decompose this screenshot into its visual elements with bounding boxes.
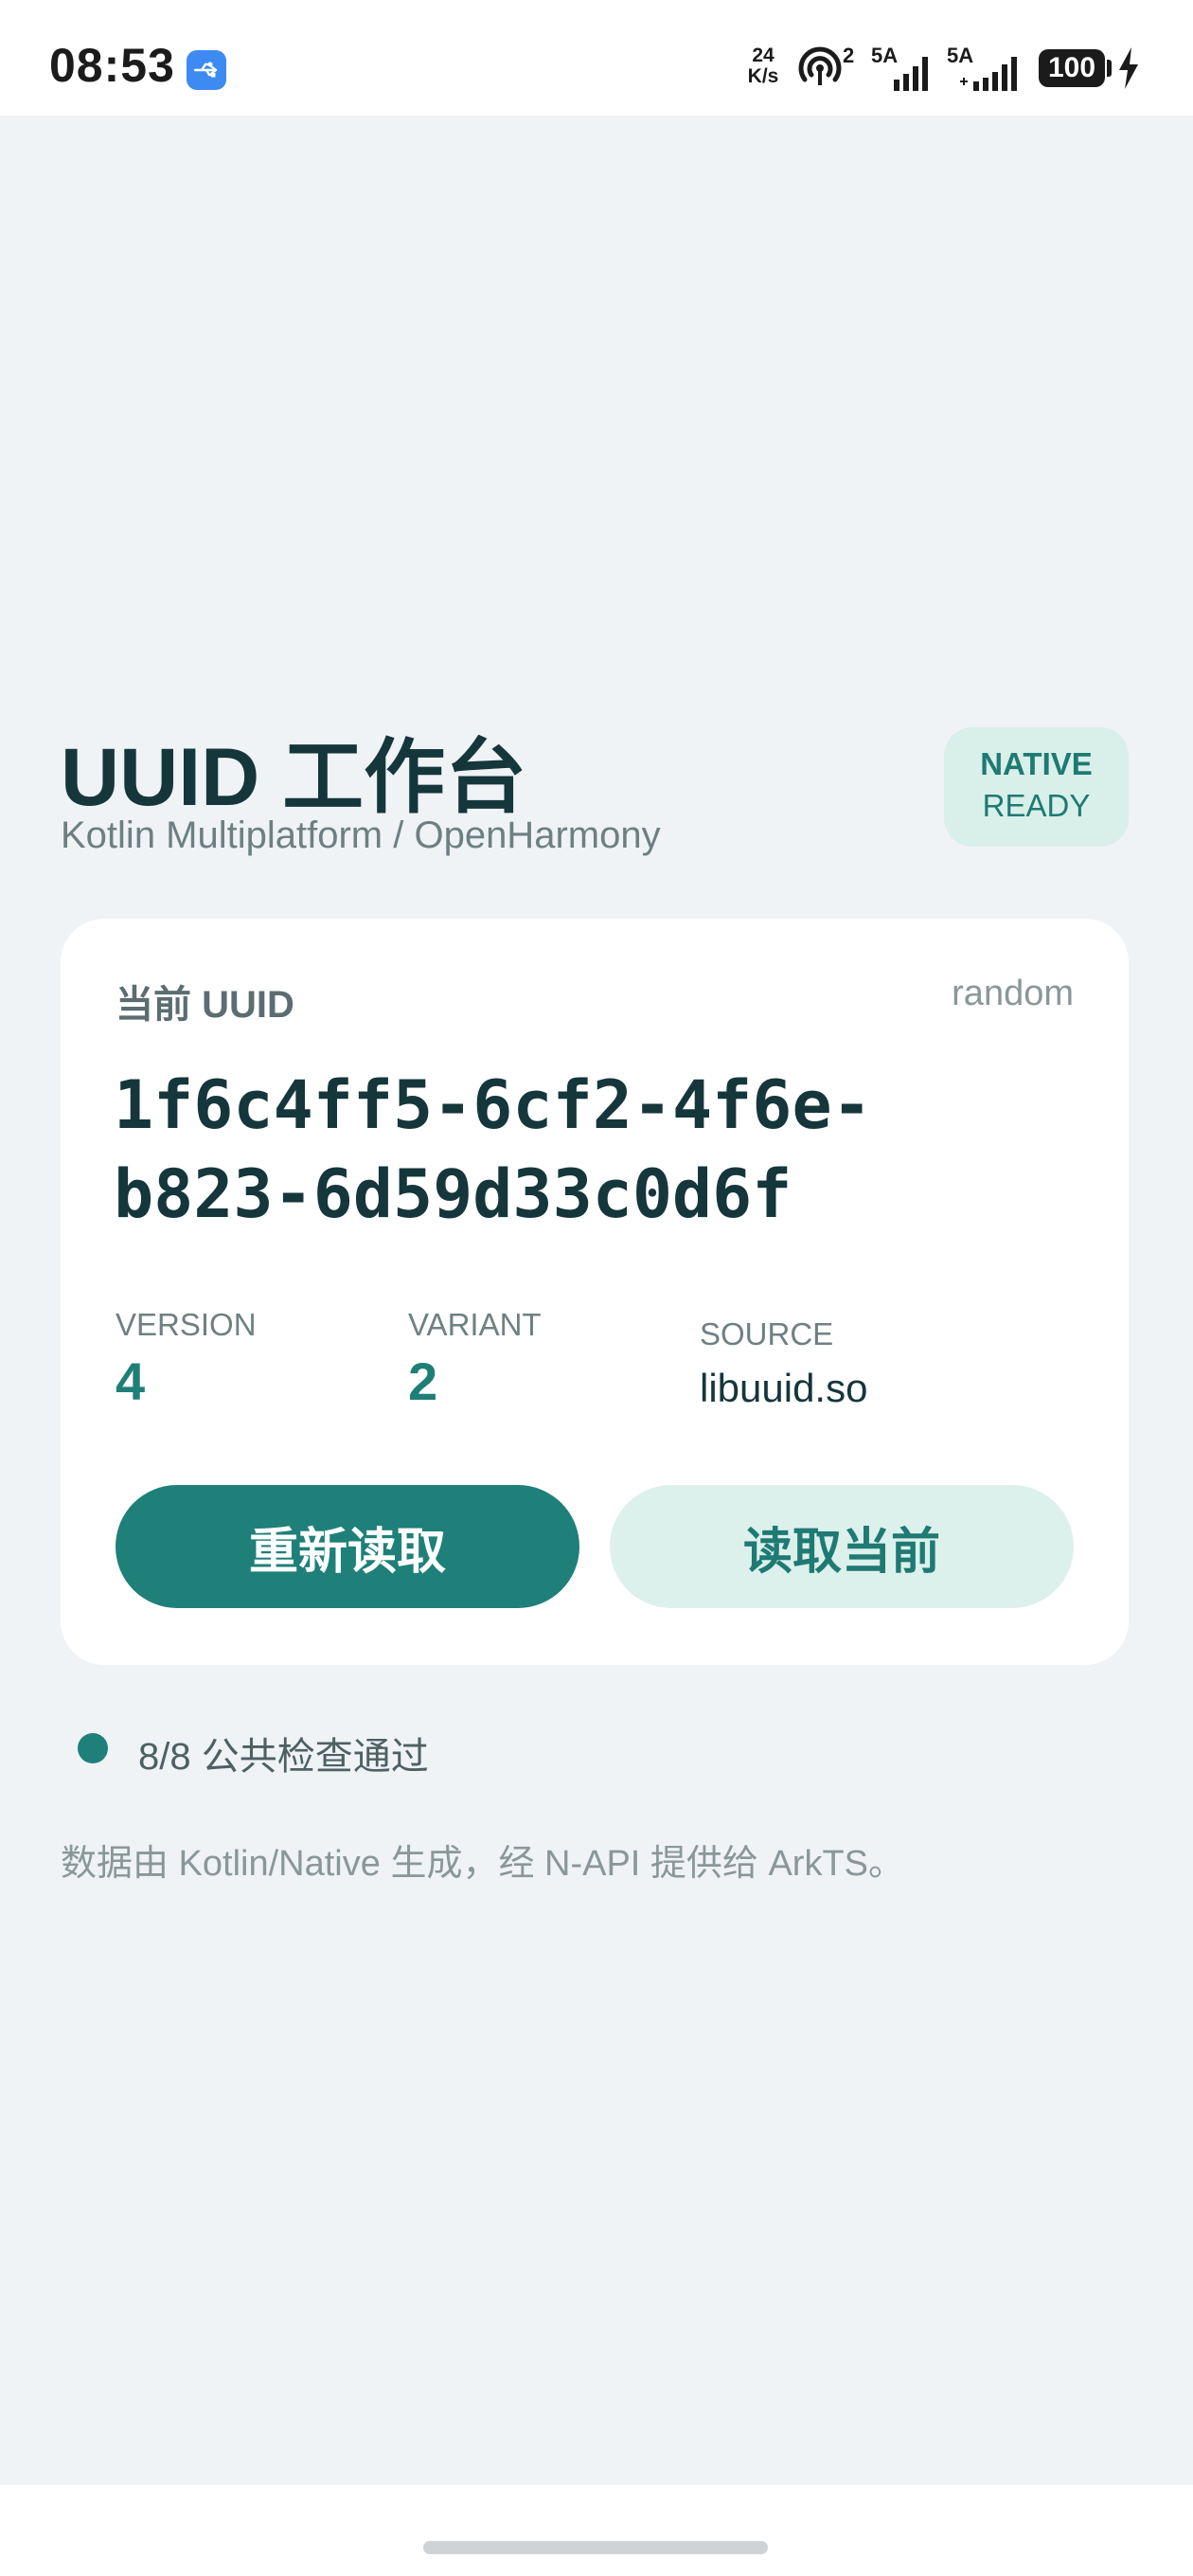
footnote: 数据由 Kotlin/Native 生成，经 N-API 提供给 ArkTS。: [61, 1844, 905, 1884]
battery-icon: 100: [1039, 49, 1105, 87]
native-ready-badge: NATIVE READY: [944, 727, 1129, 847]
source-value: libuuid.so: [700, 1366, 868, 1410]
charging-bolt-icon: [1119, 47, 1138, 89]
read-current-button[interactable]: 读取当前: [610, 1485, 1074, 1608]
page-title: UUID 工作台: [61, 732, 527, 823]
uuid-value: 1f6c4ff5-6cf2-4f6e- b823-6d59d33c0d6f: [114, 1061, 985, 1239]
badge-line-2: READY: [982, 788, 1091, 823]
check-status-text: 8/8 公共检查通过: [138, 1736, 429, 1778]
uuid-card: 当前 UUID random 1f6c4ff5-6cf2-4f6e- b823-…: [61, 919, 1129, 1665]
status-bar: 08:53 24 K/s 2 5A 5A 100: [0, 0, 1193, 116]
version-label: VERSION: [116, 1307, 257, 1342]
network-speed-unit: K/s: [747, 65, 779, 87]
network-speed: 24 K/s: [742, 45, 784, 87]
source-label: SOURCE: [700, 1316, 834, 1351]
variant-label: VARIANT: [408, 1307, 542, 1342]
source-field: SOURCE libuuid.so: [700, 1316, 867, 1411]
battery-tip: [1107, 60, 1112, 77]
variant-value: 2: [408, 1351, 438, 1411]
variant-field: VARIANT 2: [408, 1307, 542, 1412]
version-value: 4: [116, 1351, 146, 1411]
page-subtitle: Kotlin Multiplatform / OpenHarmony: [61, 814, 661, 856]
navigation-bar: [0, 2485, 1193, 2576]
hotspot-count: 2: [843, 44, 855, 67]
reload-button[interactable]: 重新读取: [116, 1485, 579, 1608]
home-indicator[interactable]: [423, 2541, 768, 2554]
version-field: VERSION 4: [116, 1307, 257, 1412]
usb-icon: [187, 50, 226, 90]
uuid-line-1: 1f6c4ff5-6cf2-4f6e-: [114, 1066, 872, 1144]
check-status-dot: [78, 1733, 108, 1763]
badge-line-1: NATIVE: [980, 746, 1093, 781]
hotspot-icon: [798, 46, 842, 85]
uuid-mode: random: [952, 974, 1074, 1013]
current-uuid-label: 当前 UUID: [116, 984, 294, 1026]
uuid-line-2: b823-6d59d33c0d6f: [114, 1155, 792, 1233]
status-time: 08:53: [49, 39, 175, 92]
network-speed-value: 24: [752, 45, 775, 66]
